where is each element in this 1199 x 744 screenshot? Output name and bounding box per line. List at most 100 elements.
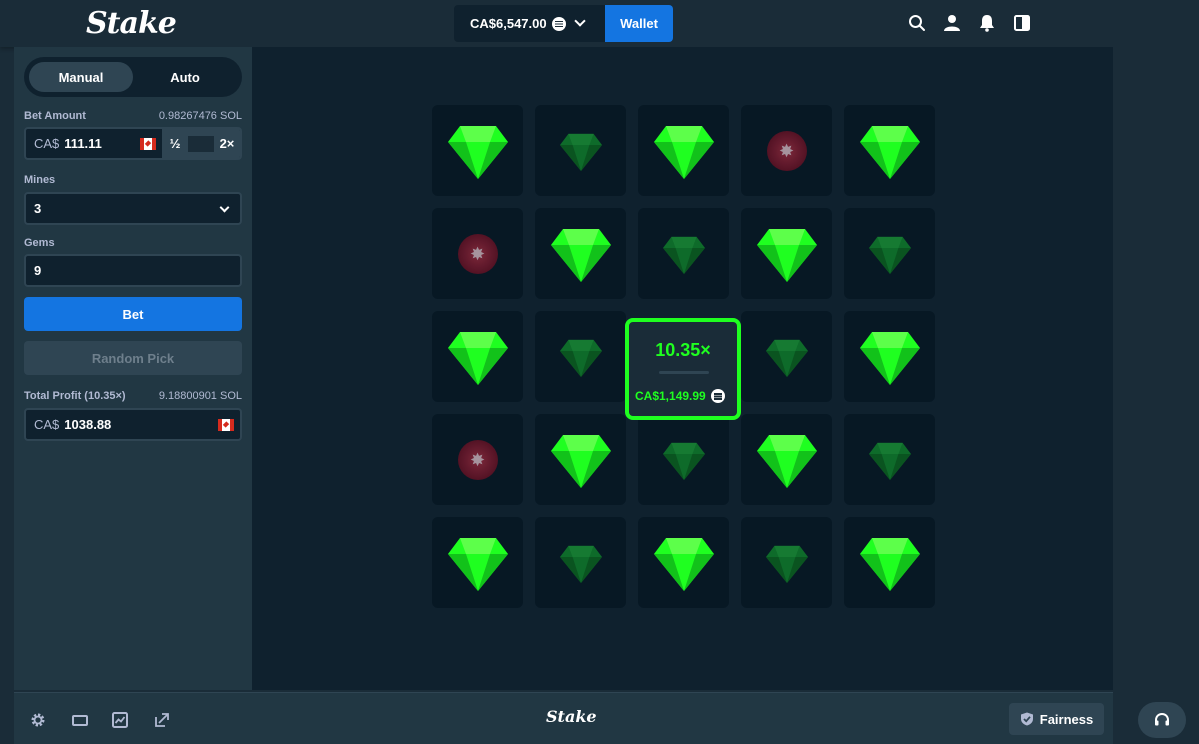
tile-gem-revealed[interactable] bbox=[741, 208, 832, 299]
gem-icon bbox=[859, 538, 920, 591]
bet-modifiers: ½ 2× bbox=[162, 127, 240, 160]
total-profit-crypto: 9.18800901 SOL bbox=[158, 390, 242, 402]
gem-icon bbox=[550, 229, 611, 282]
tile-mine[interactable] bbox=[432, 208, 523, 299]
notification-icon[interactable] bbox=[978, 14, 996, 32]
user-icon[interactable] bbox=[943, 14, 961, 32]
game-footer: Stake Fairness bbox=[14, 692, 1113, 744]
top-header: Stake CA$6,547.00 Wallet bbox=[0, 0, 1199, 47]
gem-icon bbox=[868, 442, 911, 480]
gems-value: 9 bbox=[34, 263, 42, 278]
fairness-button[interactable]: Fairness bbox=[1009, 703, 1104, 735]
mine-icon bbox=[457, 439, 498, 480]
mine-icon bbox=[457, 233, 498, 274]
chevron-down-icon bbox=[219, 202, 230, 213]
gem-icon bbox=[559, 339, 602, 377]
gems-label: Gems bbox=[24, 237, 55, 249]
live-support-button[interactable] bbox=[1138, 702, 1186, 738]
tile-gem-unrevealed[interactable] bbox=[535, 517, 626, 608]
tile-gem-revealed[interactable] bbox=[432, 105, 523, 196]
total-profit-label: Total Profit (10.35×) bbox=[24, 390, 126, 402]
theatre-mode-icon[interactable] bbox=[72, 712, 88, 728]
tile-gem-revealed[interactable] bbox=[638, 517, 729, 608]
tile-gem-revealed[interactable] bbox=[535, 208, 626, 299]
headset-icon bbox=[1155, 712, 1169, 726]
mines-label: Mines bbox=[24, 174, 56, 186]
tile-gem-unrevealed[interactable] bbox=[844, 208, 935, 299]
tile-gem-revealed[interactable] bbox=[844, 105, 935, 196]
bet-amount-crypto: 0.98267476 SOL bbox=[158, 110, 242, 122]
profit-value: 1038.88 bbox=[64, 417, 112, 432]
double-bet-button[interactable]: 2× bbox=[214, 136, 240, 151]
bet-amount-input[interactable]: CA$ 111.11 ½ 2× bbox=[24, 127, 242, 160]
gem-icon bbox=[859, 126, 920, 179]
chevron-down-icon bbox=[573, 15, 586, 27]
tile-gem-revealed[interactable] bbox=[844, 311, 935, 402]
settings-icon[interactable] bbox=[30, 712, 46, 728]
tab-manual[interactable]: Manual bbox=[29, 62, 133, 92]
stake-logo[interactable]: Stake bbox=[86, 6, 177, 41]
tile-gem-revealed[interactable] bbox=[741, 414, 832, 505]
gem-icon bbox=[859, 332, 920, 385]
tile-gem-unrevealed[interactable] bbox=[741, 311, 832, 402]
gem-icon bbox=[559, 545, 602, 583]
profit-currency: CA$ bbox=[34, 417, 60, 432]
gem-icon bbox=[756, 435, 817, 488]
gem-icon bbox=[447, 332, 508, 385]
win-amount-row: CA$1,149.99 bbox=[635, 389, 725, 403]
divider bbox=[659, 371, 709, 374]
tile-gem-unrevealed[interactable] bbox=[638, 414, 729, 505]
tile-gem-revealed[interactable] bbox=[638, 105, 729, 196]
fairness-label: Fairness bbox=[1039, 711, 1094, 727]
mines-value: 3 bbox=[34, 201, 42, 216]
right-background bbox=[1113, 47, 1199, 744]
tile-gem-unrevealed[interactable] bbox=[844, 414, 935, 505]
total-profit-field: CA$ 1038.88 bbox=[24, 408, 242, 441]
half-bet-button[interactable]: ½ bbox=[162, 136, 188, 151]
tile-gem-unrevealed[interactable] bbox=[741, 517, 832, 608]
tile-gem-revealed[interactable] bbox=[432, 517, 523, 608]
win-result-popup: 10.35× CA$1,149.99 bbox=[625, 318, 741, 420]
sidebar-toggle-icon[interactable] bbox=[1013, 14, 1031, 32]
bet-amount-label: Bet Amount bbox=[24, 110, 86, 122]
wallet-button[interactable]: Wallet bbox=[605, 5, 673, 42]
shield-check-icon bbox=[1020, 712, 1033, 726]
gem-icon bbox=[756, 229, 817, 282]
canada-flag-icon bbox=[140, 138, 156, 150]
gems-field: 9 bbox=[24, 254, 242, 287]
tile-mine[interactable] bbox=[432, 414, 523, 505]
tile-gem-unrevealed[interactable] bbox=[535, 105, 626, 196]
mine-icon bbox=[766, 130, 807, 171]
tile-gem-revealed[interactable] bbox=[535, 414, 626, 505]
gem-icon bbox=[447, 126, 508, 179]
mines-select[interactable]: 3 bbox=[24, 192, 242, 225]
mode-tabs: Manual Auto bbox=[24, 57, 242, 97]
gem-icon bbox=[559, 133, 602, 171]
sol-coin-icon bbox=[710, 389, 725, 403]
popout-icon[interactable] bbox=[154, 712, 170, 728]
stats-icon[interactable] bbox=[112, 712, 128, 728]
gem-icon bbox=[653, 126, 714, 179]
gem-icon bbox=[653, 538, 714, 591]
gem-icon bbox=[662, 236, 705, 274]
balance-amount: CA$6,547.00 bbox=[470, 16, 547, 31]
gem-icon bbox=[662, 442, 705, 480]
sol-coin-icon bbox=[551, 16, 566, 31]
bet-currency: CA$ bbox=[34, 136, 60, 151]
tile-gem-unrevealed[interactable] bbox=[535, 311, 626, 402]
tile-gem-revealed[interactable] bbox=[844, 517, 935, 608]
random-pick-button[interactable]: Random Pick bbox=[24, 341, 242, 375]
gem-icon bbox=[765, 545, 808, 583]
bet-amount-value: 111.11 bbox=[64, 136, 102, 151]
search-icon[interactable] bbox=[908, 14, 926, 32]
tab-auto[interactable]: Auto bbox=[133, 62, 237, 92]
bet-controls-panel: Manual Auto Bet Amount 0.98267476 SOL CA… bbox=[14, 47, 252, 690]
balance-selector[interactable]: CA$6,547.00 bbox=[454, 5, 605, 42]
gem-icon bbox=[765, 339, 808, 377]
tile-mine[interactable] bbox=[741, 105, 832, 196]
tile-gem-unrevealed[interactable] bbox=[638, 208, 729, 299]
gem-icon bbox=[447, 538, 508, 591]
tile-gem-revealed[interactable] bbox=[432, 311, 523, 402]
win-amount: CA$1,149.99 bbox=[635, 389, 706, 403]
bet-button[interactable]: Bet bbox=[24, 297, 242, 331]
